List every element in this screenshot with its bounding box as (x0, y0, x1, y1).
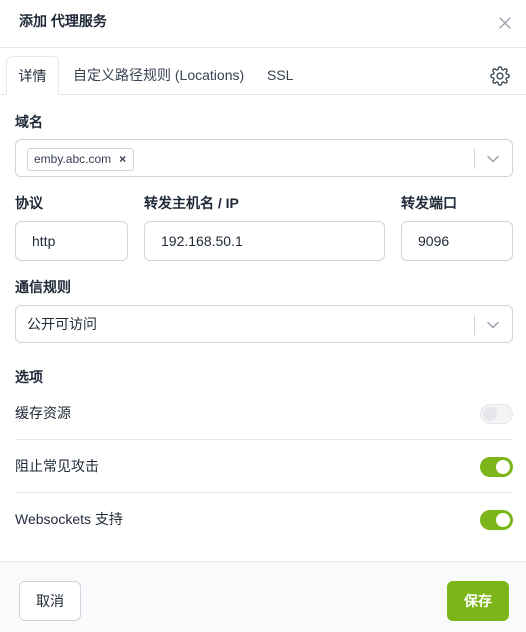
save-button[interactable]: 保存 (447, 581, 509, 621)
tab-details[interactable]: 详情 (6, 56, 59, 95)
protocol-input[interactable]: http (15, 221, 128, 261)
chevron-down-icon[interactable] (486, 318, 500, 332)
dialog-title: 添加 代理服务 (19, 13, 107, 29)
access-select[interactable]: 公开可访问 (15, 305, 513, 343)
access-select-value: 公开可访问 (27, 316, 97, 332)
tab-bar: 详情 自定义路径规则 (Locations) SSL (0, 48, 526, 95)
cache-toggle[interactable] (480, 404, 513, 424)
forward-port-input[interactable]: 9096 (401, 221, 513, 261)
toggle-knob (496, 460, 510, 474)
tab-ssl[interactable]: SSL (267, 56, 293, 95)
domain-select[interactable]: emby.abc.com × (15, 139, 513, 177)
select-divider (474, 149, 475, 169)
websockets-toggle[interactable] (480, 510, 513, 530)
block-exploits-toggle[interactable] (480, 457, 513, 477)
option-label: 阻止常见攻击 (15, 458, 99, 474)
dialog-footer: 取消 保存 (0, 561, 526, 632)
domain-chip-text: emby.abc.com (34, 152, 112, 166)
select-divider (474, 315, 475, 335)
option-label: Websockets 支持 (15, 511, 123, 527)
tab-locations[interactable]: 自定义路径规则 (Locations) (73, 56, 244, 95)
access-label: 通信规则 (15, 279, 71, 295)
cancel-button[interactable]: 取消 (19, 581, 81, 621)
close-icon[interactable] (496, 14, 514, 32)
domain-label: 域名 (15, 114, 43, 130)
toggle-knob (496, 513, 510, 527)
chevron-down-icon[interactable] (486, 152, 500, 166)
chip-remove-icon[interactable]: × (119, 149, 126, 170)
option-row-block-exploits: 阻止常见攻击 (15, 440, 513, 493)
options-heading: 选项 (15, 369, 43, 385)
option-row-websockets: Websockets 支持 (15, 493, 513, 546)
forward-port-label: 转发端口 (401, 195, 457, 211)
gear-icon[interactable] (490, 66, 510, 86)
option-label: 缓存资源 (15, 405, 71, 421)
domain-chip: emby.abc.com × (27, 148, 135, 171)
forward-host-input[interactable]: 192.168.50.1 (144, 221, 385, 261)
toggle-knob (483, 407, 497, 421)
forward-host-label: 转发主机名 / IP (144, 195, 239, 211)
option-row-cache: 缓存资源 (15, 387, 513, 440)
dialog-header: 添加 代理服务 (0, 0, 526, 48)
protocol-label: 协议 (15, 195, 43, 211)
